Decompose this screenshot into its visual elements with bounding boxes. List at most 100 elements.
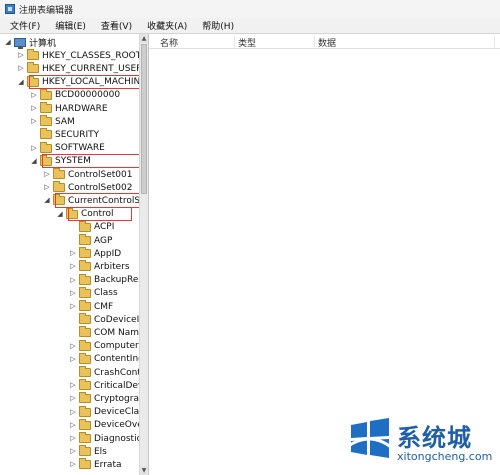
tree-item-label: HKEY_LOCAL_MACHINE [42, 77, 146, 88]
folder-icon [79, 313, 91, 325]
tree-item[interactable]: ACPI [0, 220, 148, 234]
tree-item[interactable]: ▷ CMF [0, 300, 148, 313]
tree-item[interactable]: SECURITY [0, 128, 148, 141]
values-list[interactable]: 名称 类型 数据 [149, 34, 500, 475]
tree-item-label: SOFTWARE [55, 143, 105, 154]
tree-item[interactable]: ◢ CurrentControlSet [0, 194, 148, 207]
expand-arrow-icon[interactable]: ▷ [69, 302, 77, 311]
registry-editor-icon [5, 4, 15, 14]
column-type[interactable]: 类型 [235, 36, 315, 49]
expand-arrow-icon[interactable]: ▷ [30, 91, 38, 100]
expand-arrow-icon[interactable]: ▷ [69, 394, 77, 403]
tree-item-label: ControlSet001 [68, 169, 133, 180]
menu-file[interactable]: 文件(F) [0, 19, 45, 32]
expand-arrow-icon[interactable]: ▷ [69, 289, 77, 298]
tree-item[interactable]: ◢ Control [0, 207, 148, 221]
scroll-thumb[interactable] [141, 44, 147, 194]
expand-arrow-icon[interactable]: ▷ [43, 170, 51, 179]
column-data[interactable]: 数据 [315, 36, 495, 49]
tree-item[interactable]: ▷DeviceOverrides [0, 418, 148, 432]
tree-item[interactable]: ▷ ContentIndex [0, 352, 148, 366]
expand-arrow-icon[interactable]: ▷ [30, 104, 38, 113]
tree-item[interactable]: ◢ SYSTEM [0, 154, 148, 168]
windows-logo-icon [346, 418, 392, 458]
tree-item[interactable]: ▷ HKEY_CLASSES_ROOT [0, 49, 148, 62]
tree-item[interactable]: ▷ComputerName [0, 339, 148, 353]
expand-arrow-icon[interactable]: ▷ [69, 434, 77, 443]
tree-item[interactable]: ▷ AppID [0, 247, 148, 260]
tree-item[interactable]: ▷ Class [0, 286, 148, 300]
tree-item[interactable]: ▷ HKEY_CURRENT_USER [0, 62, 148, 75]
expand-arrow-icon[interactable]: ▷ [69, 276, 77, 285]
registry-tree[interactable]: ◢ 计算机 ▷ HKEY_CLASSES_ROOT ▷ HKEY_CURRENT_USER… [0, 34, 149, 475]
tree-item[interactable]: ◢ HKEY_LOCAL_MACHINE [0, 75, 148, 89]
tree-scrollbar[interactable]: ▲ ▼ [139, 34, 148, 475]
menu-help[interactable]: 帮助(H) [192, 19, 239, 32]
folder-icon [79, 392, 91, 404]
column-name[interactable]: 名称 [157, 36, 235, 49]
tree-item-label: SYSTEM [55, 156, 91, 167]
folder-icon [40, 141, 52, 153]
menu-view[interactable]: 查看(V) [91, 19, 137, 32]
expand-arrow-icon[interactable]: ▷ [43, 183, 51, 192]
collapse-arrow-icon[interactable]: ◢ [17, 78, 25, 87]
expand-arrow-icon[interactable]: ▷ [30, 144, 38, 153]
tree-item[interactable]: AGP [0, 234, 148, 247]
expand-arrow-icon[interactable]: ▷ [17, 64, 25, 73]
tree-item-label: 计算机 [29, 39, 57, 49]
expand-arrow-icon[interactable]: ▷ [69, 262, 77, 271]
tree-item[interactable]: ▷Cryptography [0, 392, 148, 405]
tree-item[interactable]: ▷ Diagnostics [0, 432, 148, 445]
expand-arrow-icon[interactable]: ▷ [69, 355, 77, 364]
tree-item[interactable]: ▷ BCD00000000 [0, 88, 148, 102]
tree-item[interactable]: ▷CriticalDeviceDatabase [0, 379, 148, 392]
tree-item[interactable]: ▷ HARDWARE [0, 102, 148, 115]
tree-item[interactable]: ▷ SOFTWARE [0, 141, 148, 155]
collapse-arrow-icon[interactable]: ◢ [56, 210, 64, 219]
tree-item[interactable]: ▷BackupRestore [0, 273, 148, 287]
folder-icon [79, 326, 91, 338]
tree-item-label: HARDWARE [55, 103, 108, 114]
collapse-arrow-icon[interactable]: ◢ [43, 196, 51, 205]
tree-item-label: AppID [94, 248, 122, 259]
tree-item[interactable]: ◢ 计算机 [0, 36, 148, 49]
expand-arrow-icon[interactable]: ▷ [69, 408, 77, 417]
scroll-up-arrow-icon[interactable]: ▲ [140, 34, 148, 43]
tree-item[interactable]: ▷ Errata [0, 458, 148, 471]
scroll-down-arrow-icon[interactable]: ▼ [140, 466, 148, 475]
expand-arrow-icon[interactable]: ▷ [69, 342, 77, 351]
expand-arrow-icon[interactable]: ▷ [69, 249, 77, 258]
watermark: 系统城 xitongcheng.com [345, 415, 495, 470]
folder-icon [40, 154, 52, 166]
expand-arrow-icon[interactable]: ▷ [69, 421, 77, 430]
folder-icon [79, 300, 91, 311]
expand-arrow-icon[interactable]: ▷ [17, 51, 25, 60]
tree-item[interactable]: ▷ ControlSet001 [0, 168, 148, 181]
expand-arrow-icon[interactable]: ▷ [69, 460, 77, 469]
tree-item[interactable]: ▷ Els [0, 445, 148, 458]
expander-placeholder [69, 236, 77, 245]
collapse-arrow-icon[interactable]: ◢ [4, 38, 12, 47]
menu-edit[interactable]: 编辑(E) [45, 19, 91, 32]
folder-icon [40, 88, 52, 100]
tree-item[interactable]: ▷ SAM [0, 115, 148, 128]
folder-icon [27, 49, 39, 61]
expand-arrow-icon[interactable]: ▷ [69, 447, 77, 456]
folder-icon [79, 379, 91, 391]
tree-item-label: SECURITY [55, 129, 100, 140]
tree-item[interactable]: CrashControl [0, 366, 148, 379]
tree-item[interactable]: CoDeviceInstallers [0, 313, 148, 326]
folder-icon [79, 445, 91, 457]
tree-item-label: AGP [94, 235, 113, 246]
menu-favorites[interactable]: 收藏夹(A) [137, 19, 192, 32]
tree-item-label: Els [94, 446, 107, 457]
expand-arrow-icon[interactable]: ▷ [30, 117, 38, 126]
tree-item[interactable]: ▷ ControlSet002 [0, 181, 148, 194]
collapse-arrow-icon[interactable]: ◢ [30, 157, 38, 166]
expander-placeholder [69, 328, 77, 337]
tree-item[interactable]: COM Name Arbiter [0, 326, 148, 339]
folder-icon [79, 260, 91, 272]
tree-item[interactable]: ▷ Arbiters [0, 260, 148, 273]
expand-arrow-icon[interactable]: ▷ [69, 381, 77, 390]
tree-item[interactable]: ▷DeviceClasses [0, 405, 148, 419]
